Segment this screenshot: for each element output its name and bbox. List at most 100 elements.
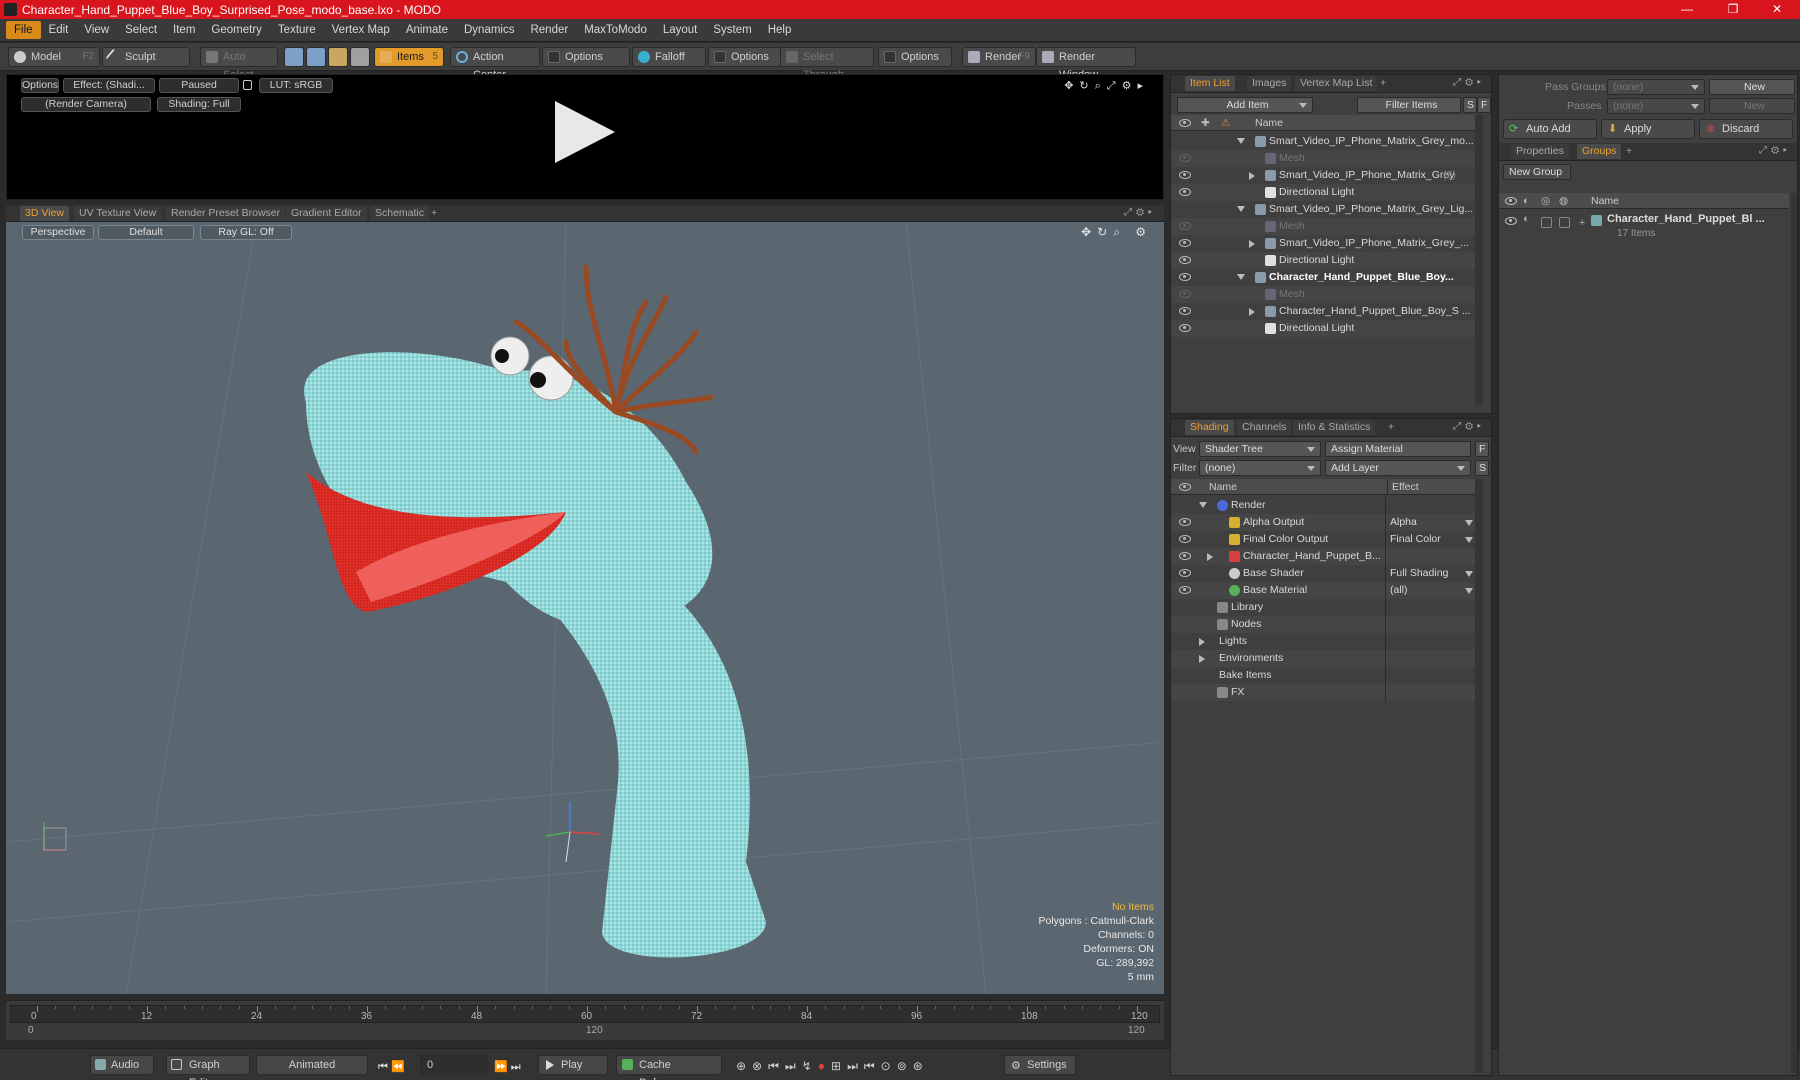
menu-help[interactable]: Help	[760, 21, 800, 39]
falloff-button[interactable]: Falloff	[632, 47, 706, 67]
passes-dropdown[interactable]: (none)	[1607, 98, 1705, 114]
item-list-row[interactable]: Mesh	[1171, 218, 1475, 235]
render-camera-dropdown[interactable]: (Render Camera)	[21, 97, 151, 112]
visibility-icon[interactable]	[1179, 222, 1191, 230]
animated-dropdown[interactable]: Animated	[256, 1055, 368, 1075]
f-toggle[interactable]: F	[1475, 441, 1489, 457]
visibility-icon[interactable]	[1179, 290, 1191, 298]
s-toggle[interactable]: S	[1463, 97, 1477, 113]
visibility-icon[interactable]	[1505, 217, 1517, 225]
select-through-button[interactable]: Select Through	[780, 47, 874, 81]
tab-channels[interactable]: Channels	[1237, 420, 1292, 435]
select-checkbox[interactable]	[1559, 217, 1570, 228]
lock-checkbox[interactable]	[1541, 217, 1552, 228]
lock-icon[interactable]	[243, 80, 252, 90]
panel-icons[interactable]: ⤢⚙▸	[1453, 421, 1485, 432]
expand-arrow-icon[interactable]	[1199, 655, 1205, 663]
visibility-icon[interactable]	[1179, 171, 1191, 179]
action-center-button[interactable]: Action Center	[450, 47, 540, 81]
tab-gradient-editor[interactable]: Gradient Editor	[286, 206, 367, 221]
visibility-icon[interactable]	[1179, 586, 1191, 594]
shader-tree-row[interactable]: Base Shader Full Shading	[1171, 565, 1475, 582]
close-button[interactable]: ✕	[1754, 0, 1800, 19]
visibility-icon[interactable]	[1179, 239, 1191, 247]
visibility-icon[interactable]	[1179, 273, 1191, 281]
item-list-row[interactable]: Smart_Video_IP_Phone_Matrix_Grey_...	[1171, 235, 1475, 252]
f-toggle[interactable]: F	[1477, 97, 1491, 113]
expand-arrow-icon[interactable]	[1249, 172, 1255, 180]
shader-tree-row[interactable]: Nodes	[1171, 616, 1475, 633]
item-list-row[interactable]: Directional Light	[1171, 252, 1475, 269]
raygl-dropdown[interactable]: Ray GL: Off	[200, 225, 292, 240]
item-list-row[interactable]: Character_Hand_Puppet_Blue_Boy...	[1171, 269, 1475, 286]
perspective-dropdown[interactable]: Perspective	[22, 225, 94, 240]
tab-schematic[interactable]: Schematic	[370, 206, 430, 221]
model-mode-button[interactable]: Model F2	[8, 47, 100, 67]
add-tab-button[interactable]: +	[1383, 420, 1399, 435]
current-frame-field[interactable]: 0	[420, 1055, 488, 1075]
expand-arrow-icon[interactable]	[1249, 308, 1255, 316]
render-window-button[interactable]: Render Window	[1036, 47, 1136, 81]
preview-options-button[interactable]: Options	[21, 78, 59, 93]
timeline-ruler[interactable]: 0 12 24 36 48 60 72 84 96 108 120	[10, 1005, 1160, 1023]
graph-editor-button[interactable]: Graph Editor	[166, 1055, 250, 1080]
visibility-icon[interactable]	[1179, 535, 1191, 543]
collapse-arrow-icon[interactable]	[1199, 502, 1207, 508]
shader-tree-row[interactable]: Alpha Output Alpha	[1171, 514, 1475, 531]
viewport-nav-icons[interactable]: ✥↻⌕ ⚙	[1081, 225, 1152, 240]
shader-tree-row[interactable]: Final Color Output Final Color	[1171, 531, 1475, 548]
menu-vertex-map[interactable]: Vertex Map	[324, 21, 398, 39]
menu-select[interactable]: Select	[117, 21, 165, 39]
shader-tree-dropdown[interactable]: Shader Tree	[1199, 441, 1321, 457]
item-list-row[interactable]: Directional Light	[1171, 184, 1475, 201]
new-pass-button[interactable]: New	[1709, 98, 1795, 114]
item-list-row[interactable]: Mesh	[1171, 150, 1475, 167]
menu-item[interactable]: Item	[165, 21, 203, 39]
effect-cell[interactable]: Full Shading	[1385, 565, 1475, 582]
shading-scrollbar[interactable]	[1475, 479, 1483, 1073]
select-polygons-icon[interactable]	[328, 47, 348, 67]
tab-shading[interactable]: Shading	[1185, 420, 1234, 435]
preview-effect-dropdown[interactable]: Effect: (Shadi...	[63, 78, 155, 93]
tab-properties[interactable]: Properties	[1511, 144, 1569, 159]
select-options-button[interactable]: Options	[878, 47, 952, 67]
add-item-dropdown[interactable]: Add Item	[1177, 97, 1313, 113]
item-list-row[interactable]: Smart_Video_IP_Phone_Matrix_Grey (2)	[1171, 167, 1475, 184]
visibility-icon[interactable]	[1179, 324, 1191, 332]
auto-select-button[interactable]: Auto Select	[200, 47, 278, 81]
transport-rewind-icons[interactable]: ⏮ ⏪	[378, 1060, 405, 1074]
visibility-icon[interactable]	[1179, 569, 1191, 577]
shader-tree-row[interactable]: FX	[1171, 684, 1475, 701]
item-list-row[interactable]: Smart_Video_IP_Phone_Matrix_Grey_Lig...	[1171, 201, 1475, 218]
filter-items-field[interactable]: Filter Items	[1357, 97, 1461, 113]
render-preview[interactable]: Options Effect: (Shadi... Paused LUT: sR…	[6, 74, 1164, 200]
cache-deformers-button[interactable]: Cache Deformers	[616, 1055, 722, 1080]
add-tab-button[interactable]: +	[1375, 76, 1391, 91]
menu-dynamics[interactable]: Dynamics	[456, 21, 522, 39]
maximize-button[interactable]: ❐	[1710, 0, 1756, 19]
select-edges-icon[interactable]	[306, 47, 326, 67]
add-tab-button[interactable]: +	[426, 206, 442, 221]
minimize-button[interactable]: —	[1664, 0, 1710, 19]
tab-uv-texture-view[interactable]: UV Texture View	[74, 206, 162, 221]
lut-dropdown[interactable]: LUT: sRGB	[259, 78, 333, 93]
shader-tree-row[interactable]: Library	[1171, 599, 1475, 616]
visibility-icon[interactable]	[1179, 154, 1191, 162]
auto-add-button[interactable]: ⟳ Auto Add	[1503, 119, 1597, 139]
falloff-options-button[interactable]: Options	[708, 47, 782, 67]
tab-groups[interactable]: Groups	[1577, 144, 1622, 159]
transport-forward-icons[interactable]: ⏩ ⏭	[494, 1060, 521, 1074]
collapse-arrow-icon[interactable]	[1237, 206, 1245, 212]
expand-icon[interactable]: +	[1579, 217, 1585, 229]
new-pass-group-button[interactable]: New	[1709, 79, 1795, 95]
filter-dropdown[interactable]: (none)	[1199, 460, 1321, 476]
play-button[interactable]: Play	[538, 1055, 608, 1075]
shader-tree-row[interactable]: Base Material (all)	[1171, 582, 1475, 599]
timeline[interactable]: 0 12 24 36 48 60 72 84 96 108 120 0 120 120	[6, 1000, 1164, 1040]
discard-button[interactable]: ⊗ Discard	[1699, 119, 1793, 139]
action-center-options-button[interactable]: Options	[542, 47, 630, 67]
item-list-scrollbar[interactable]	[1475, 115, 1483, 405]
menu-view[interactable]: View	[76, 21, 117, 39]
shader-tree-row[interactable]: Render	[1171, 497, 1475, 514]
pass-groups-dropdown[interactable]: (none)	[1607, 79, 1705, 95]
